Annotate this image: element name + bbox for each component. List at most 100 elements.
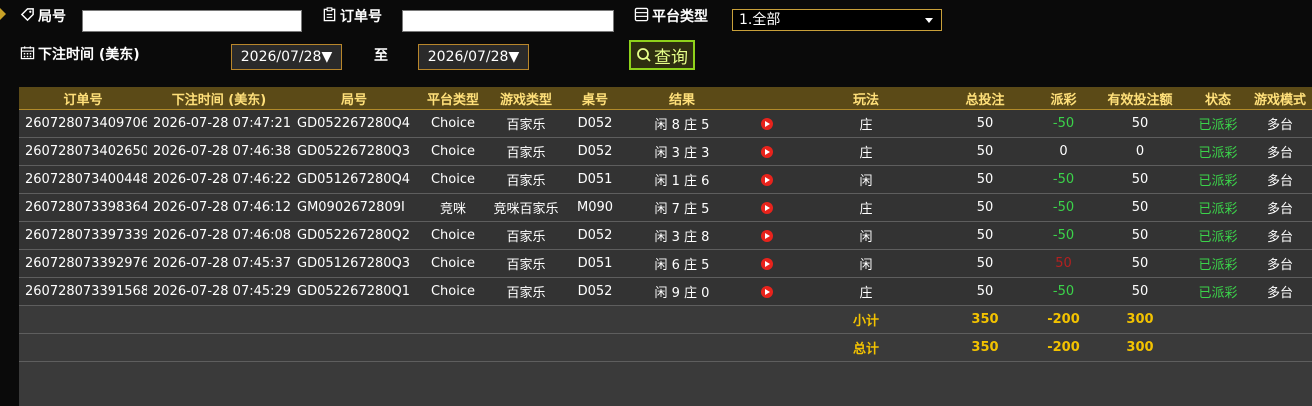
cell-order: 260728073400448 (19, 165, 147, 194)
cell-game: 百家乐 (489, 109, 563, 138)
col-mode[interactable]: 游戏模式 (1248, 87, 1312, 110)
empty-cell (563, 305, 627, 334)
cell-replay[interactable] (737, 109, 797, 138)
empty-cell (1188, 333, 1248, 362)
query-button[interactable]: 查询 (629, 40, 695, 70)
cell-mode: 多台 (1248, 137, 1312, 166)
col-payout[interactable]: 派彩 (1035, 87, 1092, 110)
empty-cell (147, 305, 291, 334)
cell-bet-type: 闲 (797, 249, 935, 278)
cell-total: 50 (935, 221, 1035, 250)
play-video-icon[interactable] (761, 173, 773, 186)
col-total[interactable]: 总投注 (935, 87, 1035, 110)
grandtotal-valid: 300 (1092, 333, 1188, 362)
cell-platform: Choice (417, 249, 489, 278)
table-row[interactable]: 260728073400448 2026-07-28 07:46:22 GD0512… (19, 165, 1312, 194)
table-row[interactable]: 260728073409706 2026-07-28 07:47:21 GD0522… (19, 109, 1312, 138)
play-video-icon[interactable] (761, 117, 773, 130)
cell-status: 已派彩 (1188, 137, 1248, 166)
cell-table: D052 (563, 277, 627, 306)
cell-payout: -50 (1035, 277, 1092, 306)
cell-status: 已派彩 (1188, 109, 1248, 138)
cell-round: GD052267280Q3 (291, 137, 417, 166)
cell-replay[interactable] (737, 249, 797, 278)
empty-cell (627, 305, 737, 334)
cell-status: 已派彩 (1188, 249, 1248, 278)
date-from-picker[interactable]: 2026/07/28▼ (231, 44, 342, 70)
cell-replay[interactable] (737, 221, 797, 250)
play-video-icon[interactable] (761, 257, 773, 270)
cell-table: D052 (563, 137, 627, 166)
play-video-icon[interactable] (761, 201, 773, 214)
cell-platform: Choice (417, 109, 489, 138)
cell-mode: 多台 (1248, 277, 1312, 306)
cell-table: M090 (563, 193, 627, 222)
cell-time: 2026-07-28 07:46:22 (147, 165, 291, 194)
col-result[interactable]: 结果 (627, 87, 737, 110)
cell-platform: Choice (417, 277, 489, 306)
cell-valid: 50 (1092, 249, 1188, 278)
date-to-picker[interactable]: 2026/07/28▼ (418, 44, 529, 70)
col-valid[interactable]: 有效投注额 (1092, 87, 1188, 110)
table-row[interactable]: 260728073391568 2026-07-28 07:45:29 GD0522… (19, 277, 1312, 306)
cell-bet-type: 庄 (797, 277, 935, 306)
col-order[interactable]: 订单号 (19, 87, 147, 110)
play-video-icon[interactable] (761, 285, 773, 298)
cell-game: 百家乐 (489, 137, 563, 166)
cell-mode: 多台 (1248, 221, 1312, 250)
cell-order: 260728073402650 (19, 137, 147, 166)
cell-mode: 多台 (1248, 165, 1312, 194)
table-row[interactable]: 260728073397339 2026-07-28 07:46:08 GD0522… (19, 221, 1312, 250)
cell-result: 闲 3 庄 8 (627, 221, 737, 250)
order-input[interactable] (402, 10, 614, 32)
cell-round: GD051267280Q3 (291, 249, 417, 278)
cell-order: 260728073397339 (19, 221, 147, 250)
cell-time: 2026-07-28 07:45:29 (147, 277, 291, 306)
cell-time: 2026-07-28 07:46:12 (147, 193, 291, 222)
platform-label: 平台类型 (634, 6, 708, 26)
subtotal-row: 小计 350 -200 300 (19, 305, 1312, 334)
cell-time: 2026-07-28 07:46:38 (147, 137, 291, 166)
subtotal-valid: 300 (1092, 305, 1188, 334)
cell-bet-type: 庄 (797, 137, 935, 166)
cell-total: 50 (935, 277, 1035, 306)
play-video-icon[interactable] (761, 229, 773, 242)
cell-result: 闲 8 庄 5 (627, 109, 737, 138)
cell-platform: 竞咪 (417, 193, 489, 222)
col-game[interactable]: 游戏类型 (489, 87, 563, 110)
empty-cell (291, 333, 417, 362)
cell-valid: 50 (1092, 165, 1188, 194)
calendar-icon (20, 45, 35, 64)
empty-cell (19, 305, 147, 334)
search-icon (636, 47, 652, 63)
col-round[interactable]: 局号 (291, 87, 417, 110)
play-video-icon[interactable] (761, 145, 773, 158)
cell-replay[interactable] (737, 277, 797, 306)
collapse-arrow-icon[interactable] (0, 8, 6, 20)
col-status[interactable]: 状态 (1188, 87, 1248, 110)
empty-cell (147, 333, 291, 362)
grandtotal-label: 总计 (797, 333, 935, 362)
server-list-icon (634, 7, 649, 26)
table-row[interactable]: 260728073402650 2026-07-28 07:46:38 GD0522… (19, 137, 1312, 166)
empty-cell (1188, 305, 1248, 334)
cell-platform: Choice (417, 221, 489, 250)
cell-replay[interactable] (737, 165, 797, 194)
col-table[interactable]: 桌号 (563, 87, 627, 110)
cell-game: 百家乐 (489, 221, 563, 250)
cell-status: 已派彩 (1188, 277, 1248, 306)
col-platform[interactable]: 平台类型 (417, 87, 489, 110)
cell-total: 50 (935, 249, 1035, 278)
cell-replay[interactable] (737, 137, 797, 166)
col-time[interactable]: 下注时间 (美东) (147, 87, 291, 110)
cell-replay[interactable] (737, 193, 797, 222)
bet-records-table: 订单号 下注时间 (美东) 局号 平台类型 游戏类型 桌号 结果 玩法 总投注 … (19, 87, 1312, 362)
round-input[interactable] (82, 10, 302, 32)
table-row[interactable]: 260728073392976 2026-07-28 07:45:37 GD0512… (19, 249, 1312, 278)
table-row[interactable]: 260728073398364 2026-07-28 07:46:12 GM0902… (19, 193, 1312, 222)
cell-time: 2026-07-28 07:45:37 (147, 249, 291, 278)
col-bet-type[interactable]: 玩法 (797, 87, 935, 110)
cell-table: D051 (563, 249, 627, 278)
cell-status: 已派彩 (1188, 165, 1248, 194)
platform-select[interactable]: 1.全部 (732, 9, 942, 31)
